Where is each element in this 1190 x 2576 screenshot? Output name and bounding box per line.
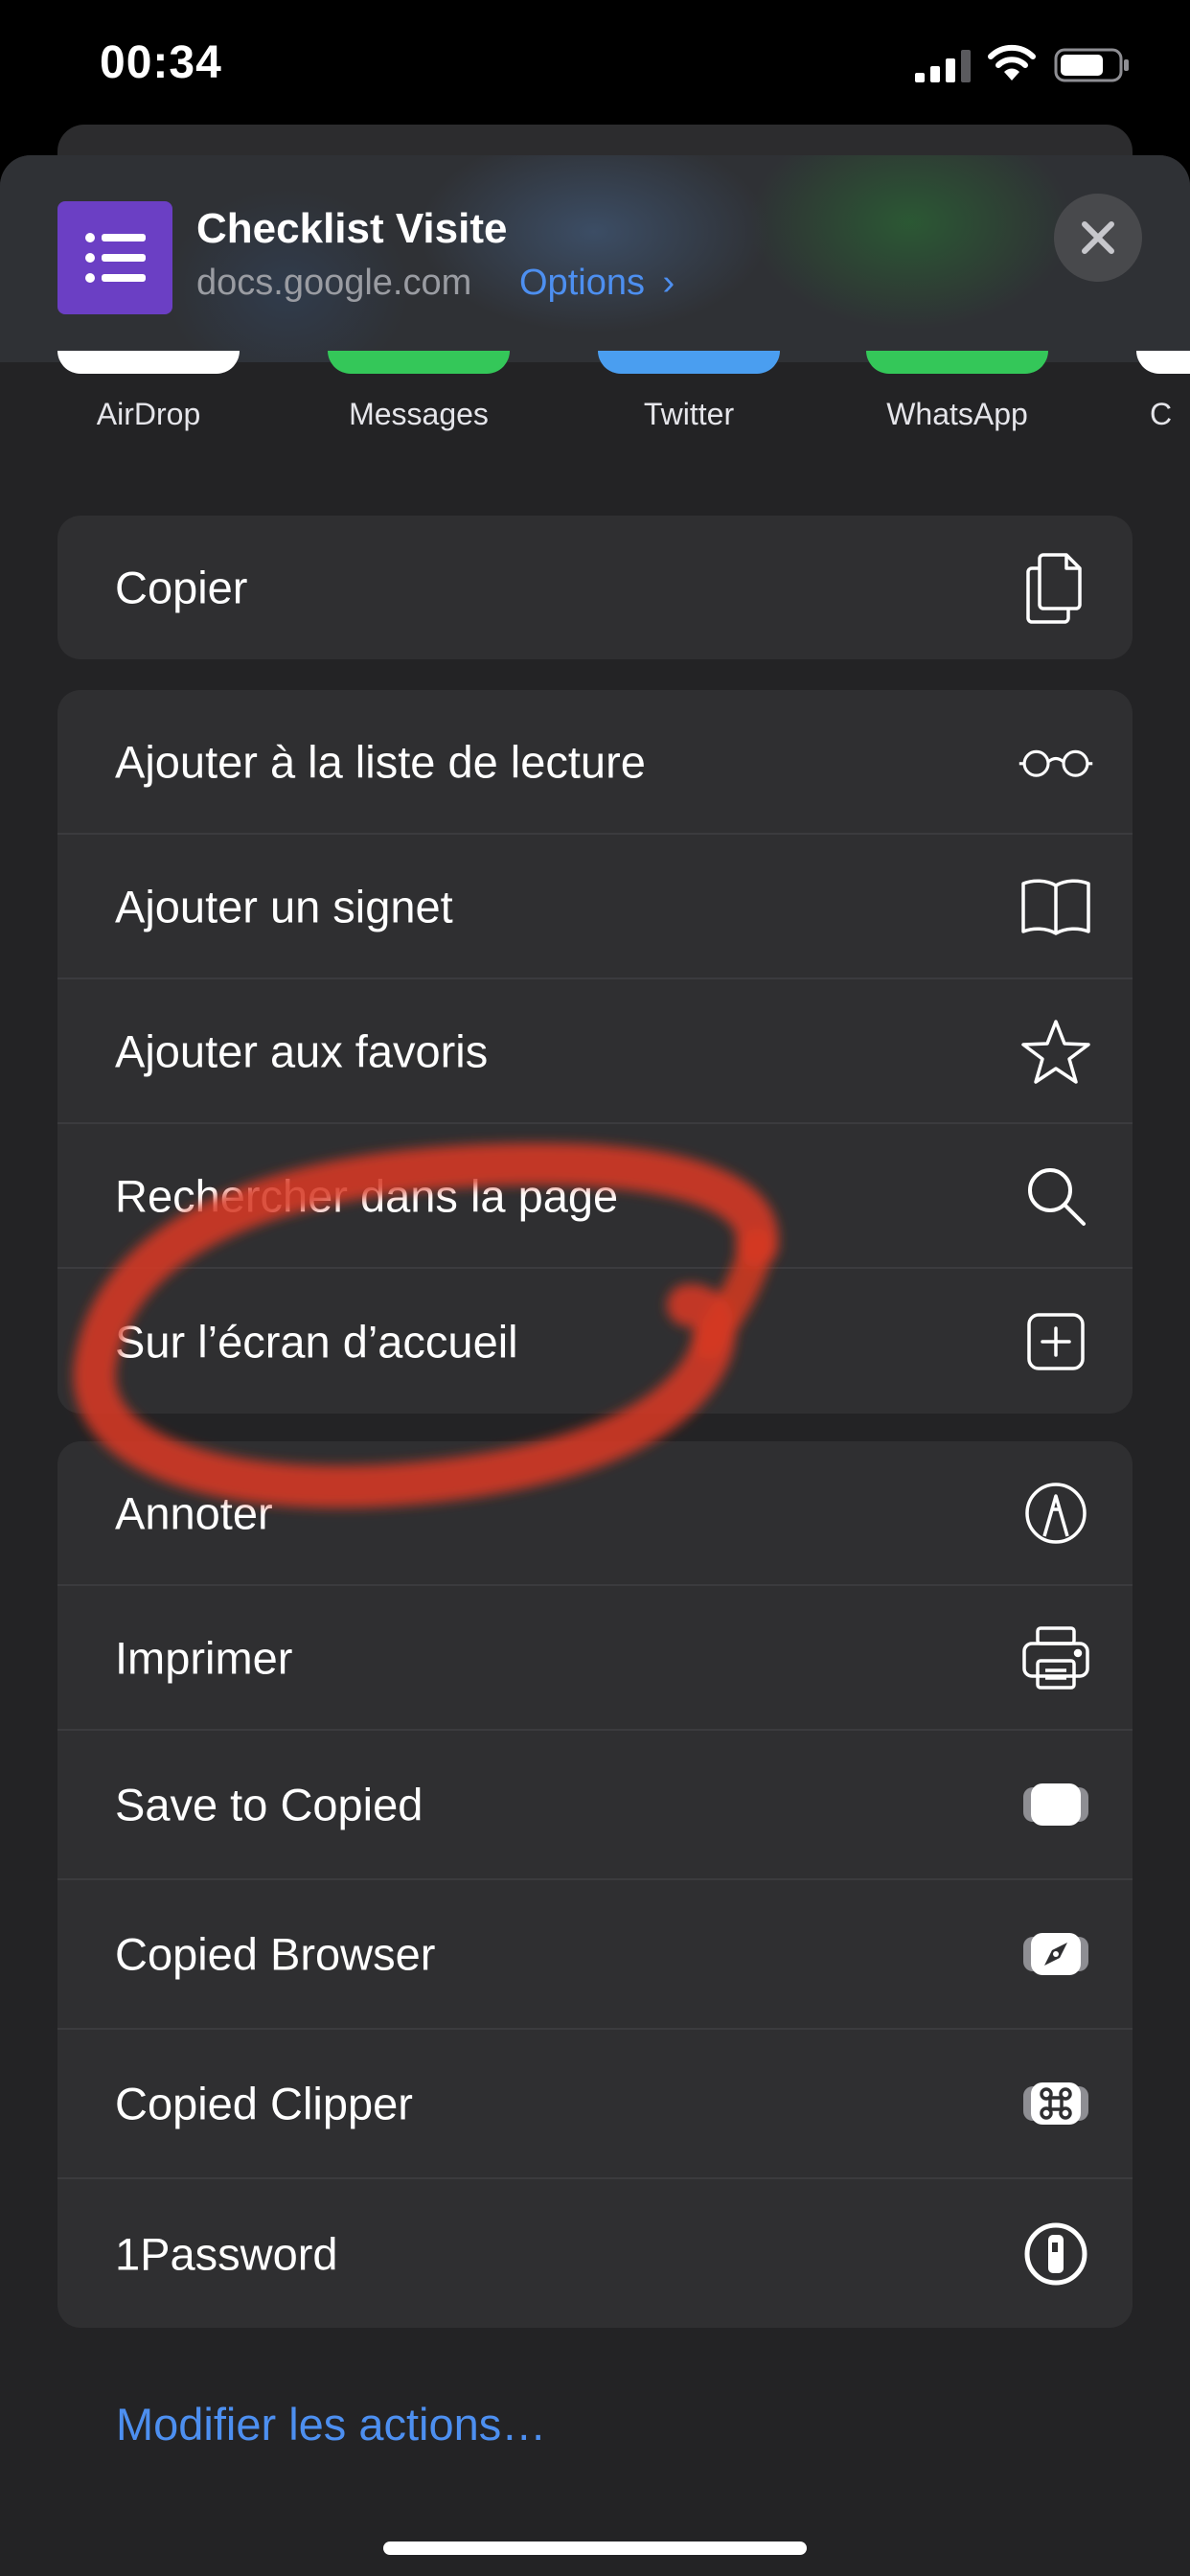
action-label: Ajouter à la liste de lecture — [115, 736, 646, 787]
action-reading-list[interactable]: Ajouter à la liste de lecture — [57, 690, 1133, 835]
action-copied-browser[interactable]: Copied Browser — [57, 1880, 1133, 2030]
action-group-apps: Annoter Imprimer Save to Copied Copied B… — [57, 1441, 1133, 2328]
edit-actions-link[interactable]: Modifier les actions… — [116, 2398, 546, 2450]
action-label: 1Password — [115, 2228, 338, 2279]
action-markup[interactable]: Annoter — [57, 1441, 1133, 1586]
copied-save-icon — [1018, 1766, 1094, 1843]
action-label: Sur l’écran d’accueil — [115, 1316, 518, 1367]
action-bookmark[interactable]: Ajouter un signet — [57, 835, 1133, 979]
share-app-row: AirDrop Messages Twitter WhatsApp C — [0, 351, 1190, 477]
copy-icon — [1018, 549, 1094, 626]
battery-icon — [1054, 48, 1129, 82]
wifi-icon — [988, 44, 1036, 80]
messages-icon[interactable] — [328, 351, 510, 374]
action-favorites[interactable]: Ajouter aux favoris — [57, 979, 1133, 1124]
add-square-icon — [1018, 1303, 1094, 1380]
action-label: Imprimer — [115, 1632, 293, 1683]
options-link[interactable]: Options › — [519, 263, 675, 304]
whatsapp-icon[interactable] — [866, 351, 1048, 374]
action-find-in-page[interactable]: Rechercher dans la page — [57, 1124, 1133, 1269]
action-label: Annoter — [115, 1487, 273, 1538]
close-icon — [1082, 221, 1114, 254]
status-bar: 00:34 — [0, 0, 1190, 134]
status-time: 00:34 — [100, 37, 222, 88]
app-label-whatsapp[interactable]: WhatsApp — [833, 397, 1082, 432]
action-add-to-home[interactable]: Sur l’écran d’accueil — [57, 1269, 1133, 1414]
close-button[interactable] — [1054, 194, 1142, 282]
compass-icon — [1018, 1916, 1094, 1992]
action-group-copy: Copier — [57, 516, 1133, 659]
star-icon — [1018, 1013, 1094, 1090]
partial-app-icon[interactable] — [1136, 351, 1190, 374]
action-copy[interactable]: Copier — [57, 516, 1133, 659]
action-group-safari: Ajouter à la liste de lecture Ajouter un… — [57, 690, 1133, 1414]
book-icon — [1018, 868, 1094, 945]
search-icon — [1018, 1158, 1094, 1234]
command-icon — [1018, 2065, 1094, 2142]
action-label: Save to Copied — [115, 1779, 423, 1830]
app-label-partial[interactable]: C — [1150, 397, 1190, 432]
glasses-icon — [1018, 724, 1094, 800]
options-label: Options — [519, 263, 645, 303]
google-forms-icon — [57, 201, 172, 314]
document-title: Checklist Visite — [196, 205, 508, 252]
action-label: Copied Browser — [115, 1928, 436, 1980]
action-label: Copied Clipper — [115, 2078, 413, 2129]
app-label-twitter[interactable]: Twitter — [564, 397, 813, 432]
action-label: Ajouter un signet — [115, 881, 453, 932]
action-label: Ajouter aux favoris — [115, 1025, 489, 1076]
chevron-right-icon: › — [662, 263, 675, 303]
share-header: Checklist Visite docs.google.com Options… — [0, 155, 1190, 362]
action-label: Copier — [115, 562, 248, 613]
app-label-airdrop[interactable]: AirDrop — [24, 397, 273, 432]
twitter-icon[interactable] — [598, 351, 780, 374]
markup-icon — [1018, 1475, 1094, 1552]
app-label-messages[interactable]: Messages — [294, 397, 543, 432]
onepassword-icon — [1018, 2216, 1094, 2292]
printer-icon — [1018, 1620, 1094, 1696]
document-url: docs.google.com — [196, 263, 472, 303]
action-label: Rechercher dans la page — [115, 1170, 619, 1221]
share-sheet: Checklist Visite docs.google.com Options… — [0, 155, 1190, 2576]
action-save-to-copied[interactable]: Save to Copied — [57, 1731, 1133, 1880]
airdrop-icon[interactable] — [57, 351, 240, 374]
action-1password[interactable]: 1Password — [57, 2179, 1133, 2328]
action-print[interactable]: Imprimer — [57, 1586, 1133, 1731]
home-indicator — [383, 2542, 807, 2555]
cellular-signal-icon — [915, 50, 971, 82]
action-copied-clipper[interactable]: Copied Clipper — [57, 2030, 1133, 2179]
